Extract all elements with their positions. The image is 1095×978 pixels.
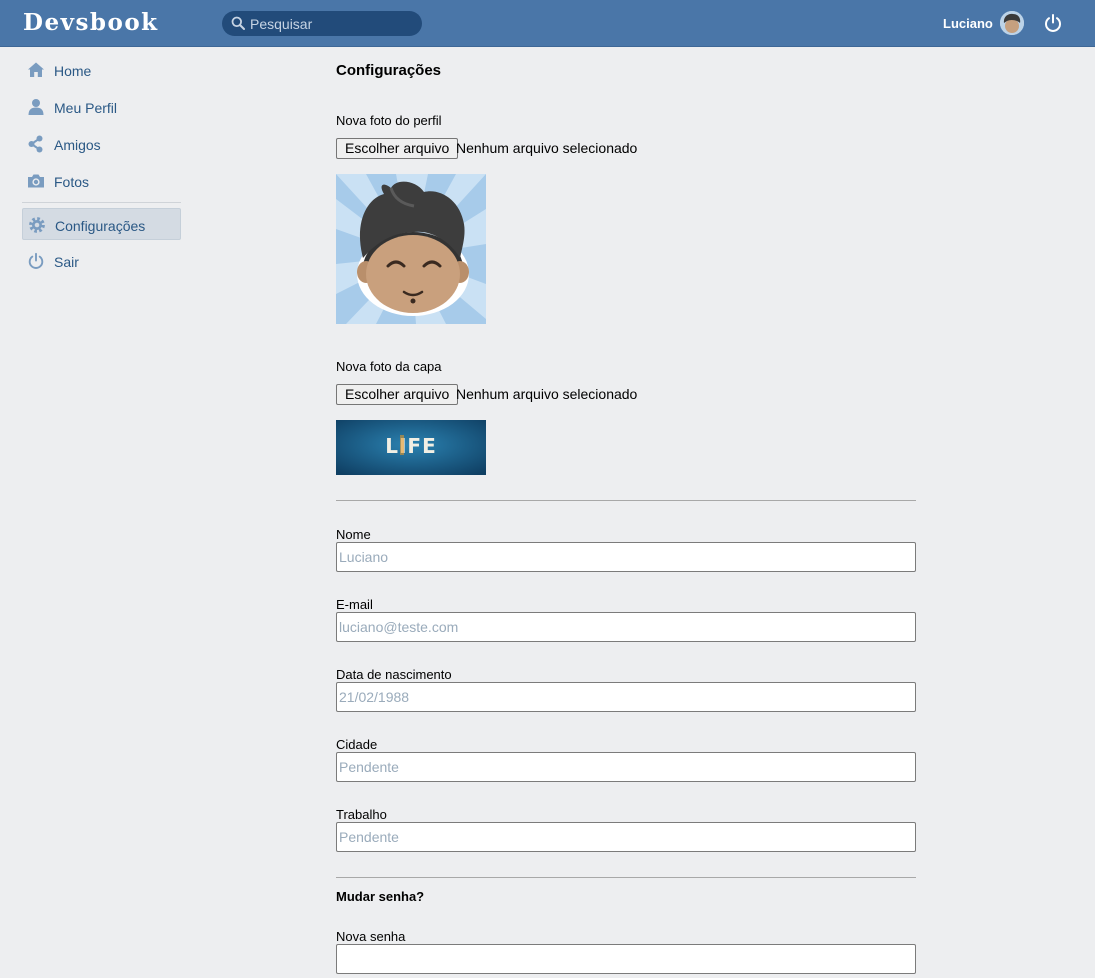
change-password-heading: Mudar senha?: [336, 889, 425, 904]
sidebar-divider: [22, 202, 181, 203]
user-name[interactable]: Luciano: [943, 16, 993, 31]
new-password-field[interactable]: [336, 944, 916, 974]
search-box[interactable]: [222, 11, 422, 36]
sidebar-item-home[interactable]: Home: [22, 54, 181, 86]
cover-logo-text: LIFE: [385, 434, 437, 458]
email-field[interactable]: [336, 612, 916, 642]
city-label: Cidade: [336, 737, 378, 752]
avatar-preview-image: [336, 174, 486, 324]
sidebar-item-label: Configurações: [55, 218, 146, 234]
name-field[interactable]: [336, 542, 916, 572]
home-icon: [27, 61, 45, 79]
sidebar-item-friends[interactable]: Amigos: [22, 128, 181, 160]
sidebar-item-label: Meu Perfil: [54, 100, 118, 116]
name-label: Nome: [336, 527, 371, 542]
search-icon: [231, 16, 245, 35]
work-field[interactable]: [336, 822, 916, 852]
email-label: E-mail: [336, 597, 373, 612]
sidebar-item-label: Sair: [54, 254, 79, 270]
section-divider: [336, 500, 916, 501]
avatar-file-status: Nenhum arquivo selecionado: [456, 140, 638, 156]
work-label: Trabalho: [336, 807, 387, 822]
sidebar-item-settings[interactable]: Configurações: [22, 208, 181, 240]
user-avatar[interactable]: [1000, 11, 1024, 35]
sidebar-item-label: Home: [54, 63, 92, 79]
share-icon: [27, 135, 45, 153]
power-icon: [27, 252, 45, 270]
sidebar-item-photos[interactable]: Fotos: [22, 165, 181, 197]
sidebar-item-label: Amigos: [54, 137, 101, 153]
cover-preview-image: LIFE: [336, 420, 486, 475]
page-title: Configurações: [336, 62, 442, 79]
logo[interactable]: Devsbook: [23, 9, 159, 36]
sidebar-item-profile[interactable]: Meu Perfil: [22, 91, 181, 123]
search-input[interactable]: [250, 11, 415, 36]
camera-icon: [27, 172, 45, 190]
gear-icon: [28, 216, 46, 234]
city-field[interactable]: [336, 752, 916, 782]
birthdate-field[interactable]: [336, 682, 916, 712]
new-password-label: Nova senha: [336, 929, 406, 944]
user-icon: [27, 98, 45, 116]
cover-upload-label: Nova foto da capa: [336, 359, 442, 374]
sidebar-item-logout[interactable]: Sair: [22, 245, 181, 277]
choose-cover-file-button[interactable]: Escolher arquivo: [336, 384, 459, 405]
power-icon[interactable]: [1043, 13, 1063, 38]
avatar-upload-label: Nova foto do perfil: [336, 113, 442, 128]
top-bar: Devsbook Luciano: [0, 0, 1095, 47]
sidebar-item-label: Fotos: [54, 174, 90, 190]
sidebar: Home Meu Perfil Amigos Fotos Configuraçõ…: [22, 54, 181, 282]
birthdate-label: Data de nascimento: [336, 667, 452, 682]
section-divider: [336, 877, 916, 878]
cover-file-status: Nenhum arquivo selecionado: [456, 386, 638, 402]
choose-avatar-file-button[interactable]: Escolher arquivo: [336, 138, 459, 159]
